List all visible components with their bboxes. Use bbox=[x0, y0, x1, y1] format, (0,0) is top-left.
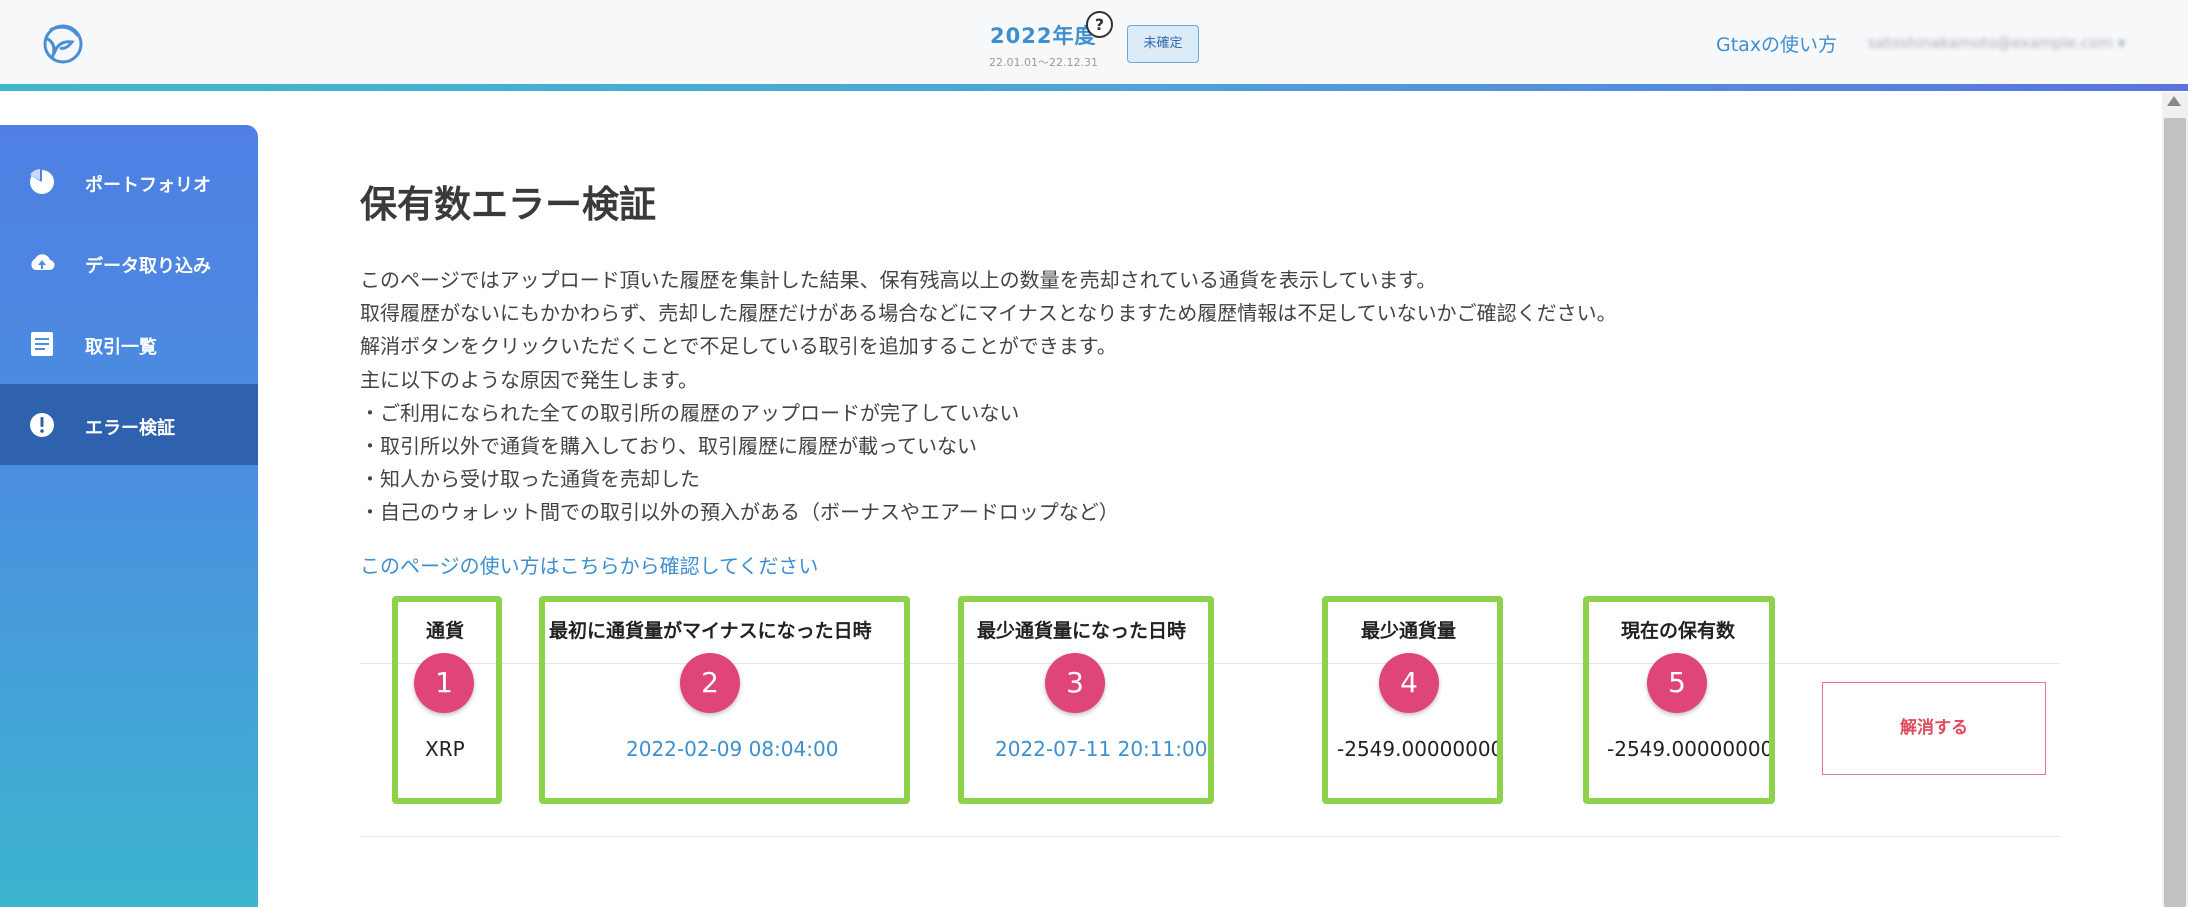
annotation-badge-4: 4 bbox=[1379, 653, 1439, 713]
top-header: 2022年度 ? 22.01.01〜22.12.31 未確定 Gtaxの使い方 … bbox=[0, 0, 2188, 86]
usage-guide-link[interactable]: このページの使い方はこちらから確認してください bbox=[360, 550, 818, 579]
sidebar-item-label: データ取り込み bbox=[85, 256, 211, 277]
sidebar-item-data-import[interactable]: データ取り込み bbox=[0, 222, 258, 303]
sidebar-item-error-check[interactable]: エラー検証 bbox=[0, 384, 258, 465]
help-link[interactable]: Gtaxの使い方 bbox=[1716, 30, 1837, 57]
status-badge[interactable]: 未確定 bbox=[1127, 25, 1199, 63]
pie-chart-icon bbox=[29, 169, 54, 194]
table-divider bbox=[360, 836, 2060, 837]
fiscal-year-selector[interactable]: 2022年度 ? 22.01.01〜22.12.31 bbox=[960, 11, 1140, 74]
annotation-badge-1: 1 bbox=[414, 653, 474, 713]
header-gradient-bar bbox=[0, 84, 2188, 91]
description-line: ・取引所以外で通貨を購入しており、取引履歴に履歴が載っていない bbox=[360, 434, 977, 459]
description-line: このページではアップロード頂いた履歴を集計した結果、保有残高以上の数量を売却され… bbox=[360, 268, 1437, 292]
description-line: ・ご利用になられた全ての取引所の履歴のアップロードが完了していない bbox=[360, 400, 1020, 425]
annotation-badge-5: 5 bbox=[1647, 653, 1707, 713]
sidebar: ポートフォリオ データ取り込み 取引一覧 エラー検証 bbox=[0, 125, 258, 907]
scroll-up-arrow-icon[interactable] bbox=[2167, 96, 2181, 106]
annotation-badge-3: 3 bbox=[1045, 653, 1105, 713]
year-range: 22.01.01〜22.12.31 bbox=[989, 56, 1098, 69]
sidebar-item-label: 取引一覧 bbox=[85, 337, 157, 358]
page-description: このページではアップロード頂いた履歴を集計した結果、保有残高以上の数量を売却され… bbox=[360, 264, 2120, 530]
sidebar-item-portfolio[interactable]: ポートフォリオ bbox=[0, 141, 258, 222]
sidebar-item-label: エラー検証 bbox=[85, 418, 175, 439]
resolve-button[interactable]: 解消する bbox=[1822, 682, 2046, 775]
gtax-logo-icon[interactable] bbox=[38, 18, 88, 68]
description-line: 取得履歴がないにもかかわらず、売却した履歴だけがある場合などにマイナスとなります… bbox=[360, 301, 1617, 326]
page-title: 保有数エラー検証 bbox=[360, 183, 656, 226]
question-icon[interactable]: ? bbox=[1086, 11, 1113, 38]
user-menu[interactable]: satoshinakamoto@example.com ▾ bbox=[1868, 34, 2125, 52]
list-icon bbox=[31, 332, 53, 356]
description-line: 解消ボタンをクリックいただくことで不足している取引を追加することができます。 bbox=[360, 334, 1117, 359]
annotation-badge-2: 2 bbox=[680, 653, 740, 713]
description-line: ・知人から受け取った通貨を売却した bbox=[360, 467, 700, 492]
sidebar-item-transactions[interactable]: 取引一覧 bbox=[0, 303, 258, 384]
exclamation-icon bbox=[30, 413, 54, 437]
year-title: 2022年度 bbox=[990, 24, 1097, 48]
sidebar-item-label: ポートフォリオ bbox=[85, 175, 211, 196]
description-line: ・自己のウォレット間での取引以外の預入がある（ボーナスやエアードロップなど） bbox=[360, 500, 1119, 525]
cloud-upload-icon bbox=[31, 254, 55, 271]
description-line: 主に以下のような原因で発生します。 bbox=[360, 367, 698, 392]
scrollbar-thumb[interactable] bbox=[2164, 118, 2186, 907]
